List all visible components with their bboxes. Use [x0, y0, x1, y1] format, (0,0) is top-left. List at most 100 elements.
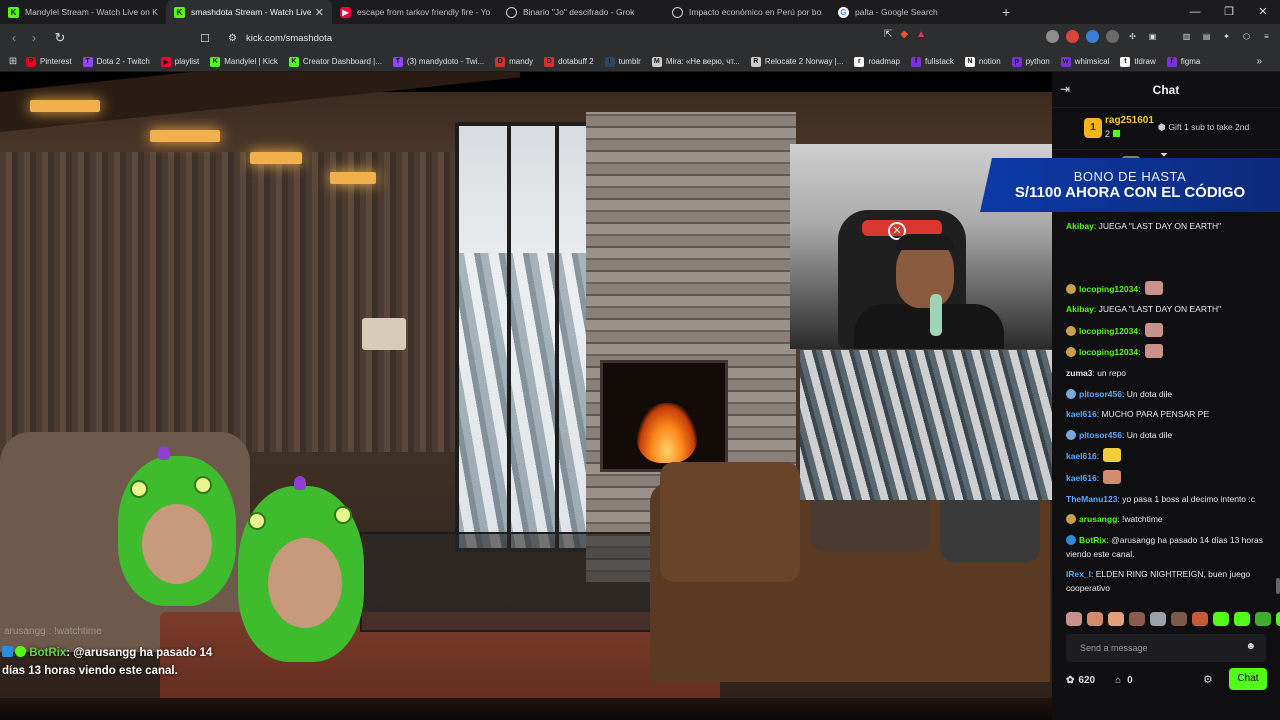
tab-2[interactable]: ▶ escape from tarkov friendly fire - YouT… — [332, 0, 498, 24]
quick-emote-icon[interactable] — [1150, 612, 1166, 626]
chat-username[interactable]: pitosor456 — [1079, 430, 1122, 440]
brave-shields-icon[interactable]: ◆ — [900, 29, 908, 40]
send-chat-button[interactable]: Chat — [1229, 668, 1267, 690]
quick-emote-icon[interactable] — [1171, 612, 1187, 626]
chat-username[interactable]: arusangg — [1079, 514, 1117, 524]
bookmark-item[interactable]: P Pinterest — [26, 56, 72, 67]
extension-icon[interactable] — [1106, 30, 1119, 43]
more-bookmarks-icon[interactable]: » — [1256, 56, 1262, 67]
chat-message: locoping12034: — [1066, 344, 1274, 359]
channel-points[interactable]: ✿ 620 — [1066, 675, 1095, 686]
quick-emote-icon[interactable] — [1108, 612, 1124, 626]
quick-emote-icon[interactable] — [1087, 612, 1103, 626]
bookmark-item[interactable]: w whimsical — [1060, 56, 1109, 67]
bookmark-item[interactable]: t tldraw — [1120, 56, 1156, 67]
quick-emote-icon[interactable] — [1129, 612, 1145, 626]
bookmark-item[interactable]: R Relocate 2 Norway |... — [750, 56, 843, 67]
bookmark-item[interactable]: t tumblr — [604, 56, 641, 67]
tab-1[interactable]: Ksmashdota Stream - Watch Live on Kick ✕ — [166, 0, 332, 24]
share-icon[interactable]: ⇱ — [884, 29, 892, 40]
site-info-icon[interactable]: ⚙ — [228, 33, 246, 44]
new-tab-button[interactable]: + — [1002, 4, 1010, 20]
puzzle-icon[interactable]: ✣ — [1126, 30, 1139, 43]
chat-username[interactable]: TheManu123 — [1066, 494, 1118, 504]
chat-username[interactable]: Akibay — [1066, 304, 1094, 314]
tab-3[interactable]: Binario "Jo" descifrado - Grok — [498, 0, 664, 24]
chat-username[interactable]: Akibay — [1066, 221, 1094, 231]
bookmark-item[interactable]: K Mandylel | Kick — [210, 56, 278, 67]
extension-icon[interactable] — [1046, 30, 1059, 43]
player-bottom-bar[interactable] — [0, 698, 1052, 720]
extension-icon[interactable] — [1086, 30, 1099, 43]
bookmark-item[interactable]: Ddotabuff 2 — [544, 56, 594, 67]
gift-leaderboard[interactable]: 1 rag251601 2 ⬢ Gift 1 sub to take 2nd — [1052, 108, 1280, 150]
wallet-icon[interactable]: ▤ — [1200, 30, 1213, 43]
reload-icon[interactable]: ↻ — [50, 30, 70, 46]
restore-button[interactable]: ❐ — [1212, 0, 1246, 24]
chat-input[interactable]: Send a message ☻ — [1066, 634, 1266, 662]
chat-username[interactable]: locoping12034 — [1079, 347, 1138, 357]
back-icon[interactable]: ‹ — [4, 31, 24, 45]
quick-emote-icon[interactable] — [1066, 612, 1082, 626]
extension-icon[interactable] — [1066, 30, 1079, 43]
chat-settings-icon[interactable]: ⚙ — [1203, 673, 1213, 686]
apps-grid-icon[interactable]: ⊞ — [0, 56, 26, 67]
emoji-icon[interactable]: ☻ — [1245, 641, 1256, 652]
forward-icon[interactable]: › — [24, 31, 44, 45]
chat-username[interactable]: locoping12034 — [1079, 284, 1138, 294]
chat-username[interactable]: kael616 — [1066, 451, 1097, 461]
address-bar[interactable]: ☐ ⚙ kick.com/smashdota — [200, 27, 950, 49]
menu-icon[interactable]: ≡ — [1260, 30, 1273, 43]
bookmark-item[interactable]: f fullstack — [911, 56, 954, 67]
bookmark-item[interactable]: r roadmap — [854, 56, 900, 67]
quick-emote-icon[interactable] — [1192, 612, 1208, 626]
tab-0[interactable]: K Mandylel Stream - Watch Live on Kick — [0, 0, 166, 24]
tab-5[interactable]: Gpalta - Google Search — [830, 0, 996, 24]
chat-username[interactable]: pitosor456 — [1079, 389, 1122, 399]
bookmark-item[interactable]: T (3) mandydoto - Twi... — [392, 56, 484, 67]
media-icon[interactable]: ▣ — [1146, 30, 1159, 43]
bookmark-item[interactable]: Dmandy — [495, 56, 533, 67]
bookmark-favicon-icon: N — [964, 56, 975, 67]
chat-username[interactable]: zuma3 — [1066, 368, 1092, 378]
close-tab-icon[interactable]: ✕ — [315, 6, 324, 19]
quick-emote-icon[interactable] — [1255, 612, 1271, 626]
chat-message: zuma3: un repo — [1066, 366, 1274, 380]
bookmark-label: fullstack — [925, 57, 954, 66]
close-window-button[interactable]: ✕ — [1246, 0, 1280, 24]
video-player[interactable]: ✕ arusangg : !watchtime BotRix: @arusang… — [0, 72, 1052, 720]
url-text[interactable]: kick.com/smashdota — [246, 33, 332, 44]
bookmark-icon[interactable]: ☐ — [200, 32, 220, 45]
vpn-icon[interactable]: ⬡ — [1240, 30, 1253, 43]
tab-strip: K Mandylel Stream - Watch Live on Kick Ksm… — [0, 0, 1280, 24]
minimize-button[interactable]: — — [1178, 0, 1212, 24]
sidebar-icon[interactable]: ▥ — [1180, 30, 1193, 43]
chat-username[interactable]: IRex_I — [1066, 569, 1091, 579]
predictions[interactable]: ⌂ 0 — [1115, 675, 1133, 686]
brave-rewards-icon[interactable]: ▲ — [916, 29, 926, 40]
chat-username[interactable]: kael616 — [1066, 409, 1097, 419]
tab-4[interactable]: Impacto económico en Perú por bombardeo — [664, 0, 830, 24]
quick-emote-icon[interactable] — [1213, 612, 1229, 626]
chat-username[interactable]: BotRix — [1079, 535, 1106, 545]
bookmark-item[interactable]: M Mira: «Не верю, чт... — [651, 56, 740, 67]
chat-username[interactable]: locoping12034 — [1079, 326, 1138, 336]
quick-emote-icon[interactable] — [1234, 612, 1250, 626]
bookmark-item[interactable]: f figma — [1166, 56, 1200, 67]
bookmark-item[interactable]: ▶ playlist — [160, 56, 200, 67]
bookmark-label: playlist — [174, 57, 200, 66]
ceiling-light — [250, 152, 302, 164]
bookmark-item[interactable]: Nnotion — [964, 56, 1001, 67]
leo-icon[interactable]: ✦ — [1220, 30, 1233, 43]
chat-scrollbar[interactable] — [1276, 578, 1280, 594]
bookmark-favicon-icon: p — [1011, 56, 1022, 67]
chat-footer: ✿ 620 ⌂ 0 ⚙ Chat — [1066, 668, 1267, 692]
bookmark-item[interactable]: p python — [1011, 56, 1050, 67]
chat-username[interactable]: kael616 — [1066, 473, 1097, 483]
bookmark-item[interactable]: T Dota 2 - Twitch — [82, 56, 150, 67]
gift-action[interactable]: ⬢ Gift 1 sub to take 2nd — [1158, 122, 1249, 133]
quick-emote-icon[interactable] — [1276, 612, 1280, 626]
collapse-chat-icon[interactable]: ⇥ — [1060, 82, 1070, 96]
user-badge-icon — [1066, 325, 1076, 336]
bookmark-item[interactable]: K Creator Dashboard |... — [288, 56, 382, 67]
